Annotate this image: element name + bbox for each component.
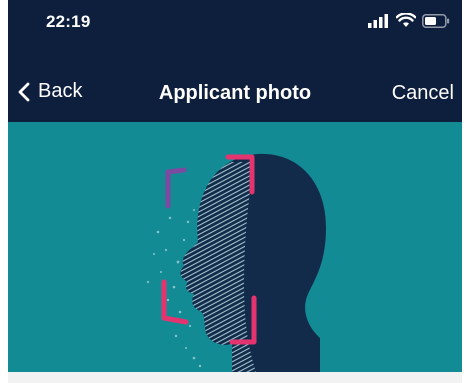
header: 22:19 Back Applicant photo Cancel <box>8 0 462 122</box>
battery-icon <box>422 13 450 28</box>
phone-screen: 22:19 Back Applicant photo Cancel <box>8 0 462 383</box>
signal-icon <box>368 13 388 28</box>
face-scan-icon <box>146 153 326 372</box>
wifi-icon <box>396 13 416 27</box>
status-icons <box>368 13 450 28</box>
bottom-strip <box>8 372 462 383</box>
photo-instructions-panel <box>8 122 462 372</box>
status-time: 22:19 <box>46 12 91 31</box>
cancel-button[interactable]: Cancel <box>392 82 454 105</box>
